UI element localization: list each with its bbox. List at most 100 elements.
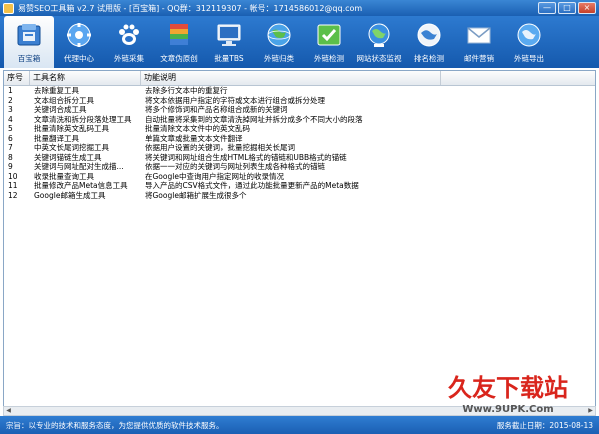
table-row[interactable]: 2 文本组合拆分工具 将文本依据用户指定的字符或文本进行组合或拆分处理 xyxy=(4,96,595,106)
row-description: 单篇文章或批量文本文件翻译 xyxy=(145,133,243,143)
toolbar-item-label: 批量TBS xyxy=(214,54,244,63)
globe-icon xyxy=(262,19,296,51)
status-expiry: 服务截止日期：2015-08-13 xyxy=(496,420,593,430)
row-index: 2 xyxy=(8,95,13,105)
toolbar-item-email-marketing[interactable]: 邮件营销 xyxy=(454,16,504,68)
toolbar-item-pseudo-original[interactable]: 文章伪原创 xyxy=(154,16,204,68)
envelope-icon xyxy=(462,19,496,51)
monitor-icon xyxy=(212,19,246,51)
row-description: 在Google中查询用户指定网址的收录情况 xyxy=(145,171,284,181)
row-tool-name: 文本组合拆分工具 xyxy=(34,95,94,105)
toolbar-item-batch-tbs[interactable]: 批量TBS xyxy=(204,16,254,68)
row-description: 将Google邮箱扩展生成很多个 xyxy=(145,190,247,200)
network-globe-icon xyxy=(362,19,396,51)
row-tool-name: 去除重复工具 xyxy=(34,86,79,95)
scroll-right-icon[interactable]: ▶ xyxy=(586,407,595,415)
table-row[interactable]: 6 批量翻译工具 单篇文章或批量文本文件翻译 xyxy=(4,134,595,144)
table-row[interactable]: 7 中英文长尾词挖掘工具 依据用户设置的关键词，批量挖掘相关长尾词 xyxy=(4,143,595,153)
row-index: 11 xyxy=(8,181,18,190)
app-icon xyxy=(3,2,14,14)
row-tool-name: 关键词与网址配对生成描... xyxy=(34,162,124,171)
table-row[interactable]: 10 收录批量查询工具 在Google中查询用户指定网址的收录情况 xyxy=(4,172,595,182)
table-row[interactable]: 12 Google邮箱生成工具 将Google邮箱扩展生成很多个 xyxy=(4,191,595,201)
table-header: 序号 工具名称 功能说明 xyxy=(4,71,595,86)
row-description: 将关键词和网址组合生成HTML格式的锚链和UBB格式的锚链 xyxy=(145,152,347,162)
row-index: 3 xyxy=(8,105,13,114)
table-row[interactable]: 3 关键词合成工具 将多个修饰词和产品名称组合成新的关键词 xyxy=(4,105,595,115)
table-row[interactable]: 8 关键词锚链生成工具 将关键词和网址组合生成HTML格式的锚链和UBB格式的锚链 xyxy=(4,153,595,163)
main-toolbar: 百宝箱 代理中心 外链采集 文章伪原创 批量TBS 外链归类 外链检测 网站状态… xyxy=(0,16,599,68)
row-index: 4 xyxy=(8,114,13,124)
row-description: 将文本依据用户指定的字符或文本进行组合或拆分处理 xyxy=(145,95,325,105)
row-index: 1 xyxy=(8,86,13,95)
scroll-track[interactable] xyxy=(13,407,586,415)
ranking-globe-icon xyxy=(412,19,446,51)
toolbar-item-link-collect[interactable]: 外链采集 xyxy=(104,16,154,68)
column-header-index[interactable]: 序号 xyxy=(4,71,30,85)
row-tool-name: 批量修改产品Meta信息工具 xyxy=(34,181,128,190)
toolbar-item-label: 排名检测 xyxy=(414,54,444,63)
toolbar-item-label: 文章伪原创 xyxy=(160,54,198,63)
row-description: 依据一一对应的关键词与网址列表生成各种格式的锚链 xyxy=(145,162,325,171)
toolbar-item-label: 代理中心 xyxy=(64,54,94,63)
toolbar-item-label: 邮件营销 xyxy=(464,54,494,63)
row-index: 10 xyxy=(8,171,18,181)
row-tool-name: Google邮箱生成工具 xyxy=(34,190,106,200)
row-tool-name: 批量清除英文乱码工具 xyxy=(34,124,109,133)
table-row[interactable]: 1 去除重复工具 去除多行文本中的重复行 xyxy=(4,86,595,96)
toolbar-item-link-export[interactable]: 外链导出 xyxy=(504,16,554,68)
table-row[interactable]: 5 批量清除英文乱码工具 批量清除文本文件中的英文乱码 xyxy=(4,124,595,134)
table-row[interactable]: 9 关键词与网址配对生成描... 依据一一对应的关键词与网址列表生成各种格式的锚链 xyxy=(4,162,595,172)
window-title: 易赞SEO工具箱 v2.7 试用版 - [百宝箱] - QQ群：31211930… xyxy=(18,3,363,13)
toolbar-item-label: 百宝箱 xyxy=(17,54,41,63)
toolbar-item-label: 外链归类 xyxy=(264,54,294,63)
column-header-description[interactable]: 功能说明 xyxy=(141,71,441,85)
toolbar-item-rank-check[interactable]: 排名检测 xyxy=(404,16,454,68)
toolbar-item-site-monitor[interactable]: 网站状态监视 xyxy=(354,16,404,68)
toolbar-item-label: 外链采集 xyxy=(114,54,144,63)
row-description: 批量清除文本文件中的英文乱码 xyxy=(145,124,250,133)
row-tool-name: 收录批量查询工具 xyxy=(34,171,94,181)
books-icon xyxy=(162,19,196,51)
row-tool-name: 关键词锚链生成工具 xyxy=(34,152,102,162)
row-description: 自动批量将采集到的文章清洗掉网址并拆分成多个不同大小的段落 xyxy=(145,114,363,124)
row-description: 导入产品的CSV格式文件，通过此功能批量更新产品的Meta数据 xyxy=(145,181,359,190)
close-button[interactable]: × xyxy=(578,2,596,14)
row-index: 8 xyxy=(8,152,13,162)
row-index: 7 xyxy=(8,143,13,152)
row-description: 依据用户设置的关键词，批量挖掘相关长尾词 xyxy=(145,143,295,152)
toolbar-item-link-classify[interactable]: 外链归类 xyxy=(254,16,304,68)
tools-table: 序号 工具名称 功能说明 1 去除重复工具 去除多行文本中的重复行 2 文本组合拆分工具… xyxy=(3,70,596,412)
table-row[interactable]: 11 批量修改产品Meta信息工具 导入产品的CSV格式文件，通过此功能批量更新产品… xyxy=(4,181,595,191)
row-tool-name: 文章清洗和拆分段落处理工具 xyxy=(34,114,132,124)
row-index: 9 xyxy=(8,162,13,171)
status-motto: 宗旨：以专业的技术和服务态度，为您提供优质的软件技术服务。 xyxy=(6,420,224,430)
column-header-tool-name[interactable]: 工具名称 xyxy=(30,71,141,85)
baidu-paw-icon xyxy=(112,19,146,51)
proxy-gear-icon xyxy=(62,19,96,51)
row-description: 去除多行文本中的重复行 xyxy=(145,86,228,95)
status-bar: 宗旨：以专业的技术和服务态度，为您提供优质的软件技术服务。 服务截止日期：201… xyxy=(0,416,599,434)
toolbar-item-label: 外链检测 xyxy=(314,54,344,63)
toolbar-item-treasure-box[interactable]: 百宝箱 xyxy=(4,16,54,68)
row-index: 5 xyxy=(8,124,13,133)
table-body: 1 去除重复工具 去除多行文本中的重复行 2 文本组合拆分工具 将文本依据用户指定的字符或… xyxy=(4,86,595,200)
toolbar-item-proxy-center[interactable]: 代理中心 xyxy=(54,16,104,68)
row-index: 6 xyxy=(8,133,13,143)
toolbar-item-label: 网站状态监视 xyxy=(356,54,402,63)
row-description: 将多个修饰词和产品名称组合成新的关键词 xyxy=(145,105,288,114)
row-tool-name: 中英文长尾词挖掘工具 xyxy=(34,143,109,152)
scroll-left-icon[interactable]: ◀ xyxy=(4,407,13,415)
treasure-box-icon xyxy=(12,19,46,51)
minimize-button[interactable]: — xyxy=(538,2,556,14)
window-controls: — □ × xyxy=(538,2,596,14)
toolbar-item-link-check[interactable]: 外链检测 xyxy=(304,16,354,68)
export-globe-icon xyxy=(512,19,546,51)
maximize-button[interactable]: □ xyxy=(558,2,576,14)
row-index: 12 xyxy=(8,190,18,200)
horizontal-scrollbar[interactable]: ◀ ▶ xyxy=(3,406,596,416)
table-row[interactable]: 4 文章清洗和拆分段落处理工具 自动批量将采集到的文章清洗掉网址并拆分成多个不同大小… xyxy=(4,115,595,125)
title-bar: 易赞SEO工具箱 v2.7 试用版 - [百宝箱] - QQ群：31211930… xyxy=(0,0,599,16)
map-check-icon xyxy=(312,19,346,51)
row-tool-name: 关键词合成工具 xyxy=(34,105,87,114)
